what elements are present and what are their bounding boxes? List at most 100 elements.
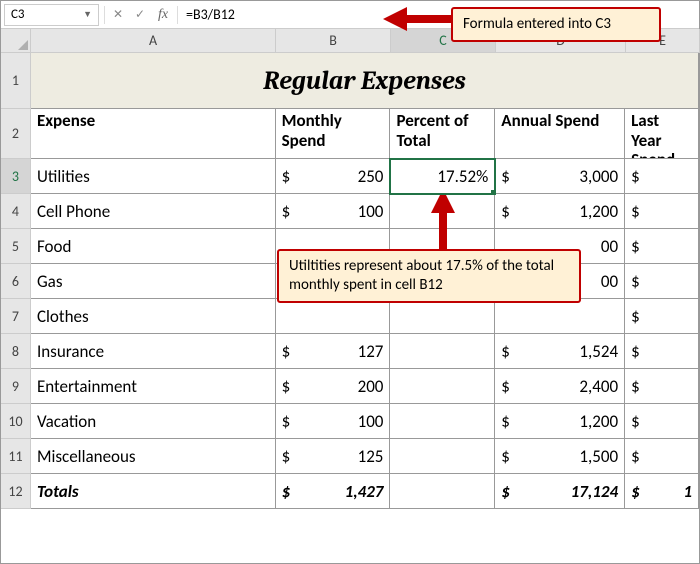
fx-icon[interactable]: fx (151, 7, 175, 23)
cell-monthly[interactable]: $100 (276, 404, 391, 439)
chevron-down-icon[interactable]: ▼ (83, 9, 92, 20)
currency-value: 100 (290, 201, 383, 222)
currency-symbol: $ (282, 341, 291, 362)
currency-value: 1,427 (290, 481, 383, 502)
cell-expense[interactable]: Insurance (31, 334, 276, 369)
cell-last[interactable]: $ (625, 439, 699, 474)
row-header-10[interactable]: 10 (1, 404, 31, 439)
cancel-icon[interactable]: ✕ (107, 4, 129, 26)
currency-symbol: $ (501, 481, 510, 502)
name-box-value: C3 (11, 7, 25, 22)
cell-monthly[interactable]: $250 (276, 159, 391, 194)
currency-value: 3,000 (510, 166, 618, 187)
row-header-7[interactable]: 7 (1, 299, 31, 334)
currency-symbol: $ (282, 481, 291, 502)
currency-symbol: $ (631, 376, 640, 397)
header-percent[interactable]: Percent of Total (390, 109, 495, 159)
col-header-B[interactable]: B (276, 29, 391, 53)
row-header-8[interactable]: 8 (1, 334, 31, 369)
cell-expense[interactable]: Utilities (31, 159, 276, 194)
cell-annual[interactable]: $1,200 (495, 404, 625, 439)
cell-expense[interactable]: Cell Phone (31, 194, 276, 229)
cell-last[interactable]: $ (625, 334, 699, 369)
row-header-4[interactable]: 4 (1, 194, 31, 229)
currency-symbol: $ (631, 166, 640, 187)
cell-expense[interactable]: Entertainment (31, 369, 276, 404)
cell-annual[interactable]: $1,200 (495, 194, 625, 229)
page-title[interactable]: Regular Expenses (31, 53, 699, 109)
cell-percent[interactable] (390, 439, 495, 474)
cell-totals-label[interactable]: Totals (31, 474, 276, 509)
currency-symbol: $ (501, 166, 510, 187)
currency-value: 1,500 (510, 446, 618, 467)
currency-value: 250 (290, 166, 383, 187)
cell-last[interactable]: $ (625, 404, 699, 439)
cell-expense[interactable]: Miscellaneous (31, 439, 276, 474)
currency-value: 100 (290, 411, 383, 432)
select-all-triangle[interactable] (1, 29, 31, 53)
currency-symbol: $ (282, 446, 291, 467)
row-header-5[interactable]: 5 (1, 229, 31, 264)
header-monthly[interactable]: Monthly Spend (276, 109, 391, 159)
cell-monthly[interactable]: $125 (276, 439, 391, 474)
cell-annual[interactable] (495, 299, 625, 334)
cell-monthly[interactable]: $200 (276, 369, 391, 404)
name-box[interactable]: C3 ▼ (4, 4, 99, 26)
cell-annual[interactable]: $3,000 (495, 159, 625, 194)
row-header-11[interactable]: 11 (1, 439, 31, 474)
row-header-9[interactable]: 9 (1, 369, 31, 404)
cell-percent[interactable] (390, 404, 495, 439)
row-header-6[interactable]: 6 (1, 264, 31, 299)
cell-totals-last[interactable]: $1 (625, 474, 699, 509)
callout-text: Formula entered into C3 (463, 15, 611, 33)
cell-last[interactable]: $ (625, 229, 699, 264)
cell-percent[interactable] (390, 369, 495, 404)
currency-value: 1,200 (510, 201, 618, 222)
currency-symbol: $ (631, 446, 640, 467)
cell-expense[interactable]: Vacation (31, 404, 276, 439)
cell-totals-monthly[interactable]: $1,427 (276, 474, 391, 509)
cell-percent[interactable] (390, 334, 495, 369)
cell-monthly[interactable]: $100 (276, 194, 391, 229)
currency-symbol: $ (282, 411, 291, 432)
currency-value: 1,524 (510, 341, 618, 362)
cell-annual[interactable]: $1,500 (495, 439, 625, 474)
col-header-A[interactable]: A (31, 29, 276, 53)
currency-symbol: $ (282, 166, 291, 187)
currency-value: 1 (640, 481, 692, 502)
cell-percent[interactable] (390, 299, 495, 334)
cell-monthly[interactable]: $127 (276, 334, 391, 369)
currency-symbol: $ (501, 446, 510, 467)
cell-last[interactable]: $ (625, 264, 699, 299)
cell-expense[interactable]: Food (31, 229, 276, 264)
cell-annual[interactable]: $1,524 (495, 334, 625, 369)
cell-last[interactable]: $ (625, 159, 699, 194)
currency-symbol: $ (501, 201, 510, 222)
row-header-2[interactable]: 2 (1, 109, 31, 159)
cell-last[interactable]: $ (625, 369, 699, 404)
cell-expense[interactable]: Gas (31, 264, 276, 299)
arrow-head-icon (383, 7, 407, 31)
cell-expense[interactable]: Clothes (31, 299, 276, 334)
callout-formula: Formula entered into C3 (451, 7, 661, 42)
cell-percent[interactable]: 17.52% (390, 159, 495, 194)
row-header-1[interactable]: 1 (1, 53, 31, 109)
row-header-12[interactable]: 12 (1, 474, 31, 509)
formula-text: =B3/B12 (186, 6, 235, 23)
header-last[interactable]: Last Year Spend (625, 109, 699, 159)
currency-symbol: $ (631, 236, 640, 257)
row-header-3[interactable]: 3 (1, 159, 31, 194)
cell-totals-percent[interactable] (390, 474, 495, 509)
cell-last[interactable]: $ (625, 299, 699, 334)
cell-annual[interactable]: $2,400 (495, 369, 625, 404)
cell-monthly[interactable] (276, 299, 391, 334)
currency-symbol: $ (501, 376, 510, 397)
currency-value: 127 (290, 341, 383, 362)
header-annual[interactable]: Annual Spend (495, 109, 625, 159)
grid[interactable]: 1Regular Expenses2ExpenseMonthly SpendPe… (1, 53, 699, 563)
enter-icon[interactable]: ✓ (129, 4, 151, 26)
arrow-icon (439, 211, 447, 251)
cell-last[interactable]: $ (625, 194, 699, 229)
cell-totals-annual[interactable]: $17,124 (495, 474, 625, 509)
header-expense[interactable]: Expense (31, 109, 276, 159)
